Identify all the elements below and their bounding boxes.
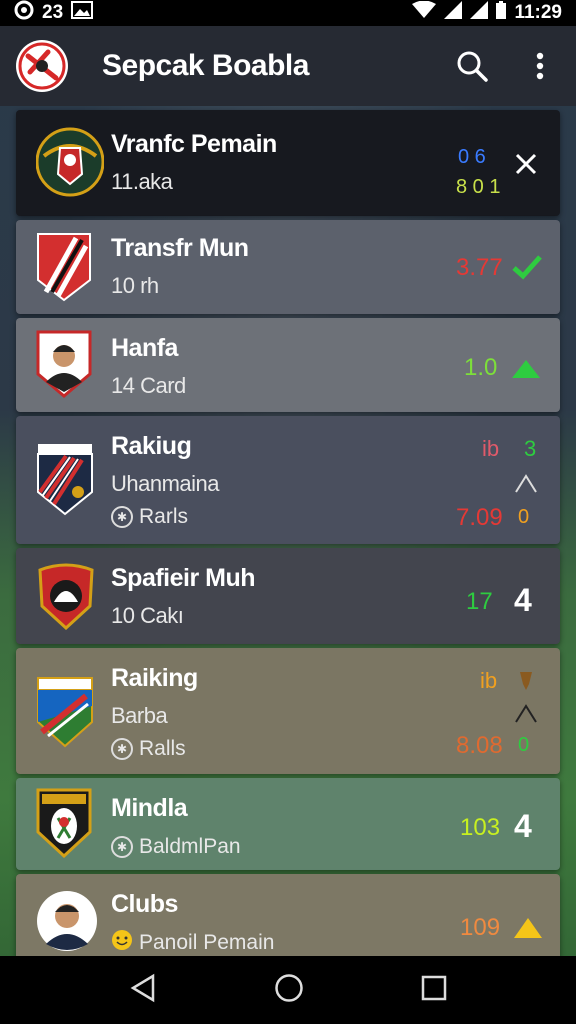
close-icon[interactable] — [514, 152, 538, 181]
app-bar: Sepcak Boabla — [0, 26, 576, 106]
club-crest — [36, 676, 94, 753]
item-title: Hanfa — [111, 334, 178, 362]
stat-bottom-2: 0 — [518, 506, 530, 528]
item-subtitle: 14 Card — [111, 373, 186, 398]
back-triangle-icon — [130, 973, 154, 1002]
item-title: Clubs — [111, 890, 178, 918]
check-icon — [512, 254, 542, 285]
system-navigation-bar — [0, 956, 576, 1024]
stat-value-2: 4 — [514, 808, 532, 844]
list-item[interactable]: Rakiug Uhanmaina ✱ Rarls ib 3 7.09 0 — [16, 416, 560, 544]
club-crest — [36, 232, 92, 307]
stat-value: 1.0 — [464, 354, 498, 381]
item-subtitle: BaldmlPan — [139, 835, 241, 858]
signal-icon — [444, 1, 463, 25]
triangle-up-icon — [510, 358, 542, 385]
list-item[interactable]: Raiking Barba ✱ Ralls ib 8.08 0 — [16, 648, 560, 774]
chevron-up-icon — [514, 704, 538, 729]
stat-value: 103 — [460, 814, 501, 841]
item-title: Raiking — [111, 664, 198, 692]
stat-value: 109 — [460, 914, 501, 941]
recents-square-icon — [422, 975, 447, 1000]
ring-icon: ✱ — [111, 836, 133, 858]
item-subtitle: 10 rh — [111, 273, 159, 298]
app-logo[interactable] — [16, 40, 68, 92]
stat-bottom: 8 0 1 — [456, 176, 501, 198]
signal-icon-2 — [470, 1, 489, 25]
status-number: 23 — [42, 2, 64, 23]
item-subtitle: 10 Cakı — [111, 603, 184, 628]
ring-icon: ✱ — [111, 738, 133, 760]
stat-top: 0 6 — [458, 146, 486, 168]
status-time: 11:29 — [514, 2, 562, 23]
chevron-up-icon — [514, 474, 538, 499]
list-item[interactable]: Spafieir Muh 10 Cakı 17 4 — [16, 548, 560, 644]
app-title: Sepcak Boabla — [102, 49, 309, 82]
item-subtitle: Panoil Pemain — [139, 931, 275, 954]
ring-icon: ✱ — [111, 506, 133, 528]
more-vert-icon — [536, 52, 544, 80]
item-title: Vranfc Pemain — [111, 130, 277, 158]
item-subtitle: 11.aka — [111, 169, 173, 194]
pin-icon — [518, 670, 534, 697]
stat-value-2: 4 — [514, 582, 532, 618]
stat-bottom-2: 0 — [518, 734, 530, 756]
battery-icon — [496, 1, 507, 25]
warning-triangle-icon — [512, 916, 544, 945]
club-crest — [36, 562, 96, 635]
list-item[interactable]: Clubs Panoil Pemain 109 — [16, 874, 560, 964]
search-icon — [457, 51, 488, 82]
player-photo-badge — [36, 330, 92, 403]
club-crest — [36, 788, 92, 863]
item-detail: Rarls — [139, 505, 189, 528]
list-item[interactable]: Vranfc Pemain 11.aka 0 6 8 0 1 — [16, 110, 560, 216]
stat-top: ib — [482, 436, 500, 461]
stat-top-2: 3 — [524, 436, 537, 461]
stat-bottom: 7.09 — [456, 504, 503, 531]
more-options-button[interactable] — [520, 46, 560, 86]
image-icon — [71, 1, 94, 25]
list-item[interactable]: Transfr Mun 10 rh 3.77 — [16, 220, 560, 314]
player-avatar — [36, 890, 98, 957]
search-button[interactable] — [452, 46, 492, 86]
item-title: Rakiug — [111, 432, 192, 460]
notification-icon — [14, 0, 34, 26]
wifi-icon — [412, 0, 437, 25]
list-item[interactable]: Mindla ✱ BaldmlPan 103 4 — [16, 778, 560, 870]
item-subtitle: Uhanmaina — [111, 471, 220, 496]
status-bar: 23 11:29 — [0, 0, 576, 26]
item-title: Spafieir Muh — [111, 564, 256, 592]
stat-bottom: 8.08 — [456, 732, 503, 759]
home-circle-icon — [275, 973, 303, 1002]
smiley-icon — [111, 929, 133, 957]
club-crest — [36, 442, 94, 521]
home-button[interactable] — [274, 973, 304, 1008]
club-crest — [35, 126, 105, 203]
stat-value: 3.77 — [456, 254, 503, 281]
item-title: Mindla — [111, 794, 188, 822]
item-subtitle: Barba — [111, 703, 168, 728]
back-button[interactable] — [129, 973, 157, 1008]
recents-button[interactable] — [421, 975, 447, 1006]
item-detail: Ralls — [139, 737, 186, 760]
stat-top: ib — [480, 668, 498, 693]
stat-value: 17 — [466, 588, 493, 615]
item-title: Transfr Mun — [111, 234, 249, 262]
list-item[interactable]: Hanfa 14 Card 1.0 — [16, 318, 560, 412]
